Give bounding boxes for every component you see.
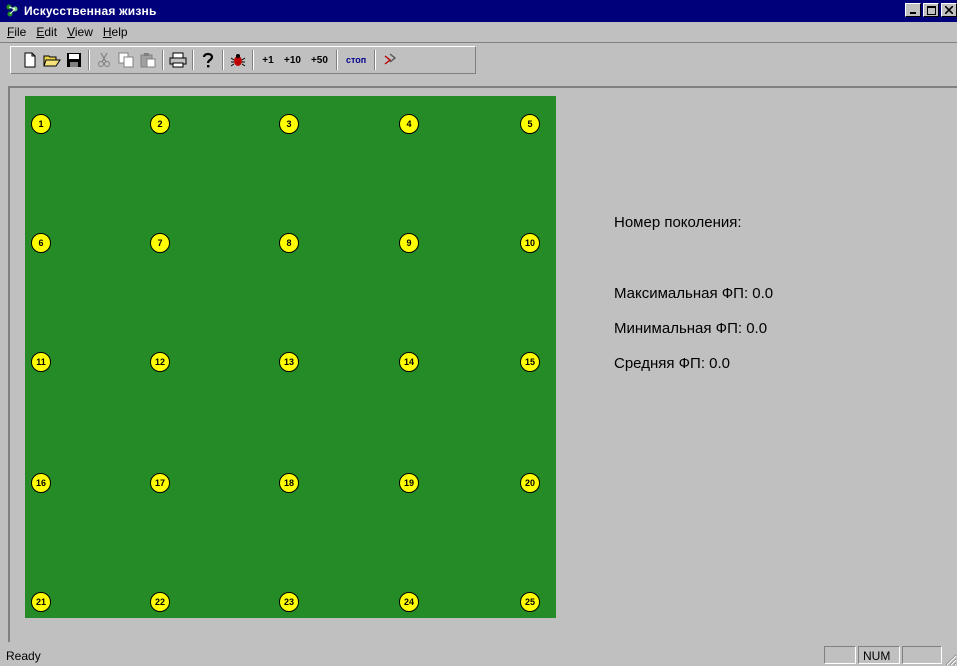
maximize-icon (926, 5, 936, 15)
new-file-icon (24, 52, 36, 68)
print-button[interactable] (167, 49, 189, 71)
open-button[interactable] (41, 49, 63, 71)
cell-12[interactable]: 12 (150, 352, 170, 372)
copy-button[interactable] (115, 49, 137, 71)
stop-button[interactable]: стоп (341, 49, 371, 71)
cell-11[interactable]: 11 (31, 352, 51, 372)
cell-5[interactable]: 5 (520, 114, 540, 134)
status-panel-num: NUM (858, 646, 900, 664)
toolbar-area: +1 +10 +50 стоп (0, 42, 957, 86)
save-disk-icon (67, 53, 81, 67)
new-button[interactable] (19, 49, 41, 71)
cell-17[interactable]: 17 (150, 473, 170, 493)
resize-grip-icon[interactable] (943, 652, 957, 666)
menu-view[interactable]: View (62, 25, 98, 39)
status-text: Ready (6, 649, 41, 663)
cell-9[interactable]: 9 (399, 233, 419, 253)
minimize-button[interactable] (905, 3, 921, 17)
cell-6[interactable]: 6 (31, 233, 51, 253)
help-question-icon (202, 52, 214, 68)
cell-7[interactable]: 7 (150, 233, 170, 253)
close-icon (945, 6, 953, 14)
cut-icon (98, 52, 110, 67)
cell-10[interactable]: 10 (520, 233, 540, 253)
open-folder-icon (43, 55, 61, 67)
help-button[interactable] (197, 49, 219, 71)
paste-button[interactable] (137, 49, 159, 71)
print-icon (169, 52, 187, 68)
toolbar-separator (252, 50, 254, 70)
close-button[interactable] (941, 3, 957, 17)
step-1-button[interactable]: +1 (257, 49, 279, 71)
cut-button[interactable] (93, 49, 115, 71)
step-arrows-icon (384, 53, 397, 65)
cell-20[interactable]: 20 (520, 473, 540, 493)
app-icon (6, 4, 18, 17)
cell-18[interactable]: 18 (279, 473, 299, 493)
arrows-button[interactable] (379, 49, 401, 71)
cell-13[interactable]: 13 (279, 352, 299, 372)
cell-3[interactable]: 3 (279, 114, 299, 134)
bug-button[interactable] (227, 49, 249, 71)
bug-icon (230, 54, 246, 67)
toolbar-separator (162, 50, 164, 70)
menu-bar: File Edit View Help (0, 22, 957, 42)
max-fitness-label: Максимальная ФП: 0.0 (614, 285, 774, 302)
step-50-button[interactable]: +50 (306, 49, 333, 71)
toolbar-separator (88, 50, 90, 70)
toolbar-separator (192, 50, 194, 70)
life-field[interactable]: 1 2 3 4 5 6 7 8 9 10 11 12 13 14 15 16 17 18 19 20 21 22 23 24 2… (25, 96, 556, 618)
cell-8[interactable]: 8 (279, 233, 299, 253)
cell-4[interactable]: 4 (399, 114, 419, 134)
cell-15[interactable]: 15 (520, 352, 540, 372)
cell-2[interactable]: 2 (150, 114, 170, 134)
paste-icon (140, 53, 156, 68)
title-bar: Искусственная жизнь (0, 0, 957, 22)
menu-help[interactable]: Help (98, 25, 133, 39)
save-button[interactable] (63, 49, 85, 71)
cell-25[interactable]: 25 (520, 592, 540, 612)
generation-label: Номер поколения: (614, 214, 742, 231)
minimize-icon (910, 12, 916, 14)
menu-file[interactable]: File (2, 25, 31, 39)
cell-22[interactable]: 22 (150, 592, 170, 612)
cell-16[interactable]: 16 (31, 473, 51, 493)
cell-1[interactable]: 1 (31, 114, 51, 134)
toolbar-separator (374, 50, 377, 70)
menu-edit[interactable]: Edit (31, 25, 62, 39)
cell-14[interactable]: 14 (399, 352, 419, 372)
status-panel-caps (824, 646, 856, 664)
toolbar-separator (222, 50, 224, 70)
copy-icon (118, 52, 134, 68)
toolbar-separator (335, 50, 338, 70)
cell-24[interactable]: 24 (399, 592, 419, 612)
step-10-button[interactable]: +10 (279, 49, 306, 71)
toolbar: +1 +10 +50 стоп (10, 46, 476, 74)
min-fitness-label: Минимальная ФП: 0.0 (614, 320, 768, 337)
window-title: Искусственная жизнь (24, 4, 157, 18)
avg-fitness-label: Средняя ФП: 0.0 (614, 355, 731, 372)
status-bar: Ready NUM (0, 644, 957, 666)
cell-23[interactable]: 23 (279, 592, 299, 612)
status-panel-scroll (902, 646, 942, 664)
cell-19[interactable]: 19 (399, 473, 419, 493)
cell-21[interactable]: 21 (31, 592, 51, 612)
maximize-button[interactable] (923, 3, 939, 17)
